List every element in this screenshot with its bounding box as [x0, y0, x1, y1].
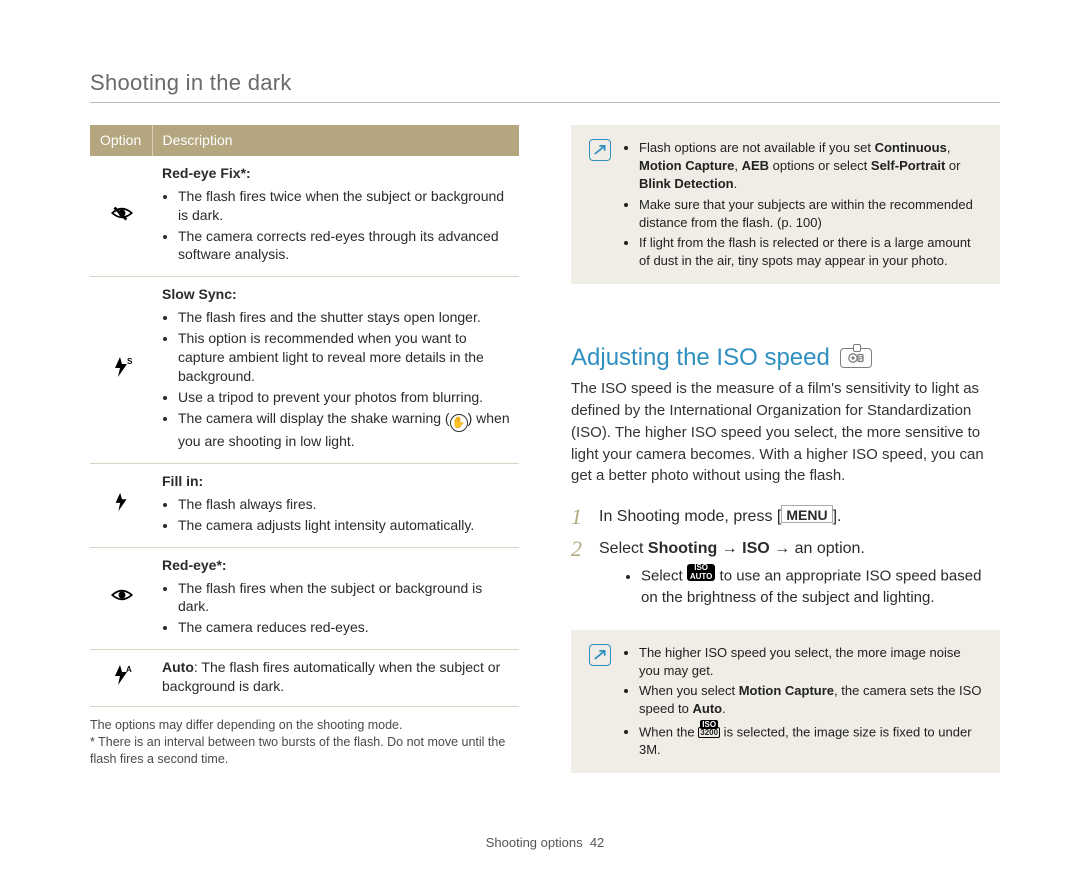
step-number: 2 [571, 537, 589, 608]
option-bullet: The camera corrects red-eyes through its… [178, 227, 511, 265]
note-bullet: Flash options are not available if you s… [639, 139, 982, 194]
step-sub: Select ISOAUTO to use an appropriate ISO… [623, 564, 1000, 607]
note-list: The higher ISO speed you select, the mor… [623, 642, 982, 762]
option-title: Red-eye Fix*: [162, 165, 251, 181]
note-bullet: The higher ISO speed you select, the mor… [639, 644, 982, 680]
cell-description: Red-eye Fix*: The flash fires twice when… [152, 156, 519, 277]
note-bullet: When the ISO3200 is selected, the image … [639, 721, 982, 760]
info-icon [589, 644, 611, 666]
option-bullet: The camera will display the shake warnin… [178, 409, 511, 451]
option-bullet: The flash fires twice when the subject o… [178, 187, 511, 225]
flash-red-eye-fix-icon [90, 156, 152, 277]
th-option: Option [90, 125, 152, 156]
iso-3200-icon: ISO3200 [698, 721, 720, 738]
th-description: Description [152, 125, 519, 156]
iso-description: The ISO speed is the measure of a film's… [571, 378, 1000, 487]
mode-dial-p-icon: P [840, 348, 872, 368]
option-bullet: The camera adjusts light intensity autom… [178, 516, 511, 535]
option-title: Auto [162, 659, 194, 675]
option-bullet: This option is recommended when you want… [178, 329, 511, 386]
table-row: A Auto: The flash fires automatically wh… [90, 650, 519, 707]
option-title: Slow Sync: [162, 286, 237, 302]
note-box-iso: The higher ISO speed you select, the mor… [571, 630, 1000, 774]
flash-auto-icon: A [90, 650, 152, 707]
page-footer: Shooting options 42 [90, 835, 1000, 850]
footnotes: The options may differ depending on the … [90, 717, 519, 768]
note-bullet: When you select Motion Capture, the came… [639, 682, 982, 718]
note-bullet: Make sure that your subjects are within … [639, 196, 982, 232]
right-column: Flash options are not available if you s… [571, 125, 1000, 795]
footer-section: Shooting options [486, 835, 583, 850]
flash-red-eye-icon [90, 547, 152, 650]
cell-description: Red-eye*: The flash fires when the subje… [152, 547, 519, 650]
step: 2 Select Shooting → ISO → an option. Sel… [571, 537, 1000, 608]
option-bullet: The flash fires when the subject or back… [178, 579, 511, 617]
table-row: Red-eye*: The flash fires when the subje… [90, 547, 519, 650]
two-column-layout: Option Description Red-eye Fix*: The f [90, 125, 1000, 795]
left-column: Option Description Red-eye Fix*: The f [90, 125, 519, 795]
cell-description: Slow Sync: The flash fires and the shutt… [152, 277, 519, 464]
svg-text:A: A [126, 665, 132, 674]
footer-page-number: 42 [590, 835, 604, 850]
step-sub-bullet: Select ISOAUTO to use an appropriate ISO… [641, 564, 1000, 607]
option-inline-text: : The flash fires automatically when the… [162, 659, 500, 694]
iso-auto-icon: ISOAUTO [687, 564, 716, 581]
option-bullet: The camera reduces red-eyes. [178, 618, 511, 637]
option-bullet: Use a tripod to prevent your photos from… [178, 388, 511, 407]
page: Shooting in the dark Option Description [0, 0, 1080, 880]
page-title: Shooting in the dark [90, 70, 1000, 103]
steps-list: 1 In Shooting mode, press [MENU]. 2 Sele… [571, 505, 1000, 608]
flash-options-table: Option Description Red-eye Fix*: The f [90, 125, 519, 707]
note-bullet: If light from the flash is relected or t… [639, 234, 982, 270]
footnote: * There is an interval between two burst… [90, 734, 519, 768]
step: 1 In Shooting mode, press [MENU]. [571, 505, 1000, 529]
step-number: 1 [571, 505, 589, 529]
step-text: In Shooting mode, press [MENU]. [599, 505, 841, 529]
info-icon [589, 139, 611, 161]
cell-description: Fill in: The flash always fires. The cam… [152, 464, 519, 548]
option-title: Fill in: [162, 473, 203, 489]
shake-warning-icon: ✋ [450, 414, 468, 432]
flash-slow-sync-icon: S [90, 277, 152, 464]
table-row: S Slow Sync: The flash fires and the shu… [90, 277, 519, 464]
table-row: Red-eye Fix*: The flash fires twice when… [90, 156, 519, 277]
svg-text:S: S [127, 357, 133, 366]
flash-fill-in-icon [90, 464, 152, 548]
cell-description: Auto: The flash fires automatically when… [152, 650, 519, 707]
note-list: Flash options are not available if you s… [623, 137, 982, 272]
footnote: The options may differ depending on the … [90, 717, 519, 734]
note-box-flash: Flash options are not available if you s… [571, 125, 1000, 284]
step-text: Select Shooting → ISO → an option. Selec… [599, 537, 1000, 608]
svg-text:P: P [859, 357, 863, 363]
option-bullet: The flash fires and the shutter stays op… [178, 308, 511, 327]
menu-key-label: MENU [781, 505, 832, 523]
table-row: Fill in: The flash always fires. The cam… [90, 464, 519, 548]
section-heading-iso: Adjusting the ISO speed P [571, 344, 1000, 372]
option-bullet: The flash always fires. [178, 495, 511, 514]
option-title: Red-eye*: [162, 557, 227, 573]
section-heading-text: Adjusting the ISO speed [571, 344, 830, 372]
